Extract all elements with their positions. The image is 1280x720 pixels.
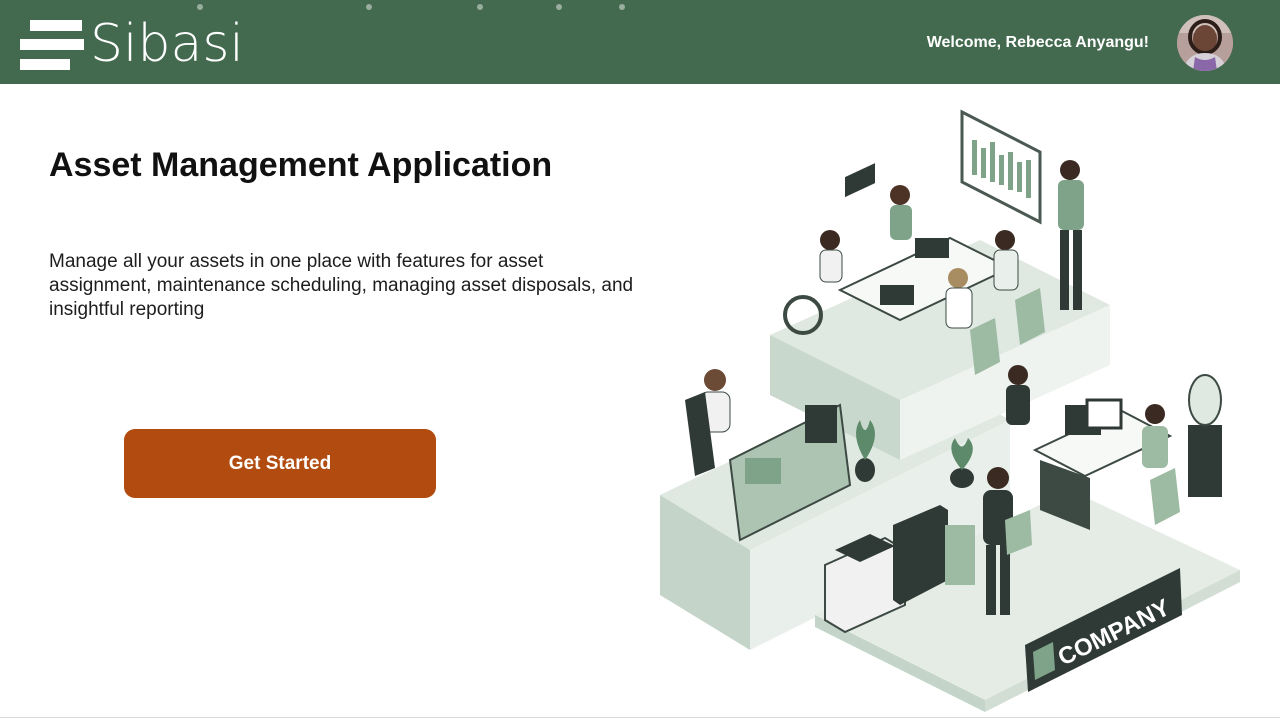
avatar-icon (1177, 15, 1233, 71)
header-dot (619, 4, 625, 10)
stacked-bars-logo-icon (20, 20, 84, 72)
brand-name[interactable]: Sibasi (90, 14, 244, 74)
welcome-message: Welcome, Rebecca Anyangu! (926, 34, 1149, 51)
user-avatar[interactable] (1177, 15, 1233, 71)
office-team-illustration: COMPANY (650, 100, 1260, 715)
header-dot (556, 4, 562, 10)
header-dot (366, 4, 372, 10)
hero-description: Manage all your assets in one place with… (49, 251, 634, 320)
get-started-button[interactable]: Get Started (124, 429, 436, 498)
office-illustration-icon: COMPANY (660, 109, 1240, 712)
top-header: Sibasi Welcome, Rebecca Anyangu! (0, 0, 1280, 84)
page-divider (0, 717, 1280, 718)
page-title: Asset Management Application (49, 146, 553, 184)
header-dot (197, 4, 203, 10)
header-dot (477, 4, 483, 10)
